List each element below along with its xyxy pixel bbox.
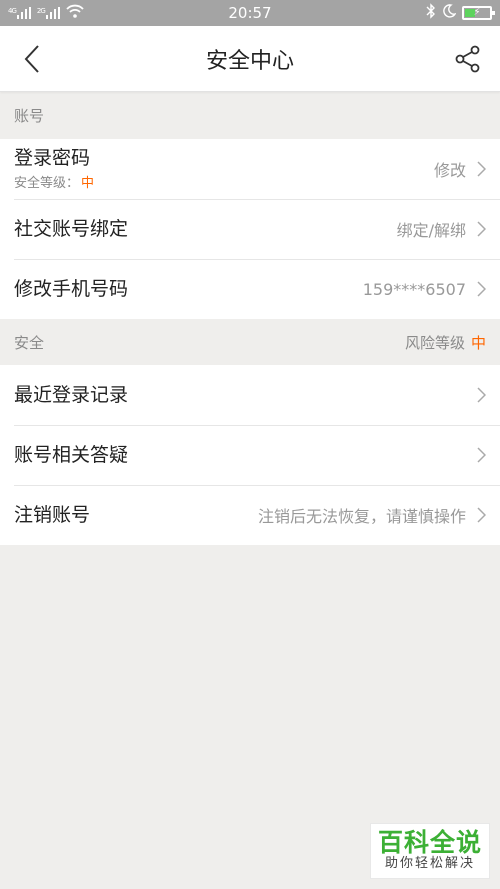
row-title: 登录密码 — [14, 147, 91, 170]
row-change-phone[interactable]: 修改手机号码 159****6507 — [0, 259, 500, 319]
row-right: 注销后无法恢复，请谨慎操作 — [258, 503, 486, 527]
security-level: 安全等级： 中 — [14, 172, 94, 191]
security-level-value: 中 — [81, 175, 95, 191]
row-right: 修改 — [434, 157, 486, 181]
status-left: 4G 2G — [8, 4, 158, 22]
security-group: 最近登录记录 账号相关答疑 注销账号 注销后无法恢复，请谨慎操作 — [0, 365, 500, 545]
row-right — [466, 447, 486, 463]
row-main: 登录密码 安全等级： 中 — [14, 147, 94, 191]
bluetooth-icon — [426, 3, 436, 23]
row-main: 社交账号绑定 — [14, 218, 128, 241]
row-title: 修改手机号码 — [14, 277, 129, 300]
row-recent-logins[interactable]: 最近登录记录 — [0, 365, 500, 425]
share-icon — [455, 45, 480, 72]
row-social-binding[interactable]: 社交账号绑定 绑定/解绑 — [0, 199, 500, 259]
row-delete-account[interactable]: 注销账号 注销后无法恢复，请谨慎操作 — [0, 485, 500, 545]
row-title: 最近登录记录 — [14, 383, 129, 406]
chevron-right-icon — [477, 221, 486, 237]
row-main: 最近登录记录 — [14, 384, 128, 407]
page-title: 安全中心 — [205, 48, 294, 74]
row-right: 159****6507 — [363, 280, 486, 299]
status-time: 20:57 — [228, 4, 272, 22]
risk-level-value: 中 — [470, 333, 486, 352]
chevron-right-icon — [477, 161, 486, 177]
account-group: 登录密码 安全等级： 中 修改 社交账号绑定 绑定/解绑 修改手机号码 159*… — [0, 139, 500, 319]
chevron-right-icon — [477, 447, 486, 463]
row-value: 绑定/解绑 — [396, 221, 466, 240]
chevron-right-icon — [477, 281, 486, 297]
security-level-label: 安全等级： — [14, 175, 80, 191]
section-label-security: 安全 — [14, 333, 45, 352]
section-header-account: 账号 — [0, 92, 500, 139]
row-right — [466, 387, 486, 403]
chevron-right-icon — [477, 387, 486, 403]
share-button[interactable] — [448, 39, 488, 79]
chevron-left-icon — [24, 44, 39, 73]
network-type-1: 4G — [8, 7, 17, 15]
row-main: 注销账号 — [14, 504, 90, 527]
row-title: 账号相关答疑 — [14, 443, 129, 466]
row-title: 社交账号绑定 — [14, 217, 129, 240]
watermark-title: 百科全说 — [377, 827, 482, 857]
watermark-logo: 百科全说 助你轻松解决 — [370, 823, 490, 879]
row-account-faq[interactable]: 账号相关答疑 — [0, 425, 500, 485]
row-right: 绑定/解绑 — [397, 217, 486, 241]
moon-icon — [442, 4, 457, 22]
status-right: ⚡ — [342, 3, 495, 23]
row-value: 159****6507 — [362, 279, 466, 299]
row-value: 修改 — [433, 161, 466, 180]
risk-level-label: 风险等级 — [404, 333, 465, 352]
row-login-password[interactable]: 登录密码 安全等级： 中 修改 — [0, 139, 500, 199]
network-type-2: 2G — [36, 7, 46, 15]
risk-level: 风险等级 中 — [405, 332, 486, 353]
battery-charging: ⚡ — [473, 7, 481, 18]
watermark-subtitle: 助你轻松解决 — [384, 856, 475, 872]
back-button[interactable] — [12, 39, 52, 79]
row-main: 账号相关答疑 — [14, 444, 128, 467]
chevron-right-icon — [477, 507, 486, 523]
section-label-account: 账号 — [14, 107, 45, 125]
status-bar: 4G 2G 20:57 ⚡ — [0, 0, 500, 26]
row-title: 注销账号 — [14, 503, 91, 526]
nav-bar: 安全中心 — [0, 26, 500, 92]
section-header-security: 安全 风险等级 中 — [0, 319, 500, 365]
row-main: 修改手机号码 — [14, 278, 128, 301]
signal-icon-2: 2G — [37, 7, 60, 19]
row-value: 注销后无法恢复，请谨慎操作 — [257, 507, 466, 526]
signal-icon: 4G — [8, 7, 31, 19]
wifi-icon — [66, 4, 84, 22]
battery-icon: ⚡ — [461, 6, 495, 20]
